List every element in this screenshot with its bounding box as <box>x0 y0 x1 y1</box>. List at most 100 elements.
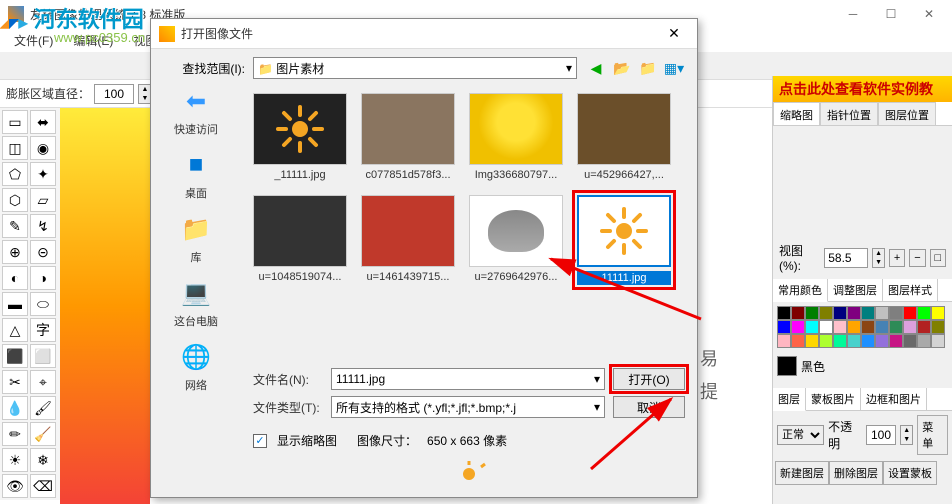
color-swatch[interactable] <box>777 334 791 348</box>
filename-input[interactable]: 11111.jpg▾ <box>331 368 605 390</box>
tool-button[interactable]: ▱ <box>30 188 56 212</box>
color-swatch[interactable] <box>917 320 931 334</box>
folder-select[interactable]: 📁 图片素材 ▾ <box>253 57 577 79</box>
menu-file[interactable]: 文件(F) <box>6 30 61 51</box>
tool-button[interactable]: ☀ <box>2 448 28 472</box>
tool-button[interactable]: ◑ <box>30 266 56 290</box>
color-swatch[interactable] <box>833 306 847 320</box>
sidebar-place-item[interactable]: 🌐网络 <box>180 341 212 393</box>
opacity-spinner[interactable]: ▲▼ <box>900 425 913 445</box>
set-mask-button[interactable]: 设置蒙板 <box>883 461 937 485</box>
expand-input[interactable] <box>94 84 134 104</box>
minimize-button[interactable]: ─ <box>838 4 868 24</box>
sidebar-place-item[interactable]: ■桌面 <box>180 149 212 201</box>
tool-button[interactable]: ✎ <box>2 214 28 238</box>
blend-select[interactable]: 正常 <box>777 425 824 445</box>
tool-button[interactable]: 🖌 <box>30 396 56 420</box>
color-swatch[interactable] <box>931 320 945 334</box>
tool-button[interactable]: ⌫ <box>30 474 56 498</box>
tool-button[interactable]: ⬡ <box>2 188 28 212</box>
maximize-button[interactable]: ☐ <box>876 4 906 24</box>
tab-layers[interactable]: 图层 <box>773 388 806 411</box>
color-swatch[interactable] <box>791 320 805 334</box>
open-button[interactable]: 打开(O) <box>613 368 685 390</box>
filetype-select[interactable]: 所有支持的格式 (*.yfl;*.jfl;*.bmp;*.j▾ <box>331 396 605 418</box>
tool-button[interactable]: ⊝ <box>30 240 56 264</box>
tab-border[interactable]: 边框和图片 <box>861 388 927 410</box>
file-item[interactable]: 11111.jpg <box>577 195 671 285</box>
color-swatch[interactable] <box>875 334 889 348</box>
opacity-input[interactable] <box>866 425 896 445</box>
tool-button[interactable]: ◫ <box>2 136 28 160</box>
zoom-fit-button[interactable]: □ <box>930 249 946 267</box>
color-swatch[interactable] <box>819 306 833 320</box>
new-layer-button[interactable]: 新建图层 <box>775 461 829 485</box>
color-swatch[interactable] <box>819 334 833 348</box>
file-item[interactable]: u=1461439715... <box>361 195 455 285</box>
tab-mask[interactable]: 蒙板图片 <box>806 388 861 410</box>
tool-button[interactable]: ⬠ <box>2 162 28 186</box>
tab-colors[interactable]: 常用颜色 <box>773 279 828 302</box>
color-swatch[interactable] <box>805 320 819 334</box>
cancel-button[interactable]: 取消 <box>613 396 685 418</box>
view-button[interactable]: ▦▾ <box>663 57 685 79</box>
tool-button[interactable]: ▬ <box>2 292 28 316</box>
new-folder-button[interactable]: 📁 <box>637 57 659 79</box>
color-swatch[interactable] <box>805 306 819 320</box>
color-swatch[interactable] <box>847 320 861 334</box>
color-swatch[interactable] <box>889 320 903 334</box>
color-swatch[interactable] <box>833 334 847 348</box>
tool-button[interactable]: ◉ <box>30 136 56 160</box>
tab-pointer[interactable]: 指针位置 <box>820 102 878 125</box>
file-item[interactable]: u=452966427,... <box>577 93 671 181</box>
tool-button[interactable]: ⬌ <box>30 110 56 134</box>
color-swatch[interactable] <box>917 306 931 320</box>
back-button[interactable]: ◀ <box>585 57 607 79</box>
color-swatch[interactable] <box>791 334 805 348</box>
color-swatch[interactable] <box>917 334 931 348</box>
tool-button[interactable]: ⊕ <box>2 240 28 264</box>
color-swatch[interactable] <box>931 306 945 320</box>
tab-style[interactable]: 图层样式 <box>883 279 938 301</box>
color-swatch[interactable] <box>847 334 861 348</box>
color-swatch[interactable] <box>903 320 917 334</box>
tool-button[interactable]: ✂ <box>2 370 28 394</box>
zoom-out-button[interactable]: − <box>909 249 925 267</box>
file-item[interactable]: _11111.jpg <box>253 93 347 181</box>
tool-button[interactable]: 字 <box>30 318 56 342</box>
close-button[interactable]: ✕ <box>914 4 944 24</box>
tab-thumbnail[interactable]: 缩略图 <box>773 102 820 125</box>
file-item[interactable]: u=2769642976... <box>469 195 563 285</box>
preview-checkbox[interactable]: ✓ <box>253 434 267 448</box>
tool-button[interactable]: ⬛ <box>2 344 28 368</box>
color-swatch[interactable] <box>819 320 833 334</box>
color-swatch[interactable] <box>861 320 875 334</box>
tool-button[interactable]: ✏ <box>2 422 28 446</box>
tool-button[interactable]: ✦ <box>30 162 56 186</box>
color-swatch[interactable] <box>861 334 875 348</box>
dialog-close-button[interactable]: ✕ <box>659 22 689 46</box>
color-swatch[interactable] <box>805 334 819 348</box>
tool-button[interactable]: 👁 <box>2 474 28 498</box>
color-swatch[interactable] <box>931 334 945 348</box>
tool-button[interactable]: ⌖ <box>30 370 56 394</box>
file-item[interactable]: u=1048519074... <box>253 195 347 285</box>
color-swatch[interactable] <box>777 320 791 334</box>
current-color-swatch[interactable] <box>777 356 797 376</box>
color-swatch[interactable] <box>833 320 847 334</box>
up-button[interactable]: 📂 <box>611 57 633 79</box>
menu-edit[interactable]: 编辑(E) <box>65 30 121 51</box>
color-swatch[interactable] <box>875 306 889 320</box>
zoom-in-button[interactable]: + <box>889 249 905 267</box>
tool-button[interactable]: △ <box>2 318 28 342</box>
color-swatch[interactable] <box>903 306 917 320</box>
sidebar-place-item[interactable]: ⬅快速访问 <box>174 85 218 137</box>
color-swatch[interactable] <box>777 306 791 320</box>
tool-button[interactable]: 💧 <box>2 396 28 420</box>
tutorial-banner[interactable]: 点击此处查看软件实例教 <box>773 76 952 102</box>
color-swatch[interactable] <box>847 306 861 320</box>
color-swatch[interactable] <box>903 334 917 348</box>
tool-button[interactable]: ⬜ <box>30 344 56 368</box>
delete-layer-button[interactable]: 删除图层 <box>829 461 883 485</box>
layer-menu-button[interactable]: 菜单 <box>917 415 948 455</box>
